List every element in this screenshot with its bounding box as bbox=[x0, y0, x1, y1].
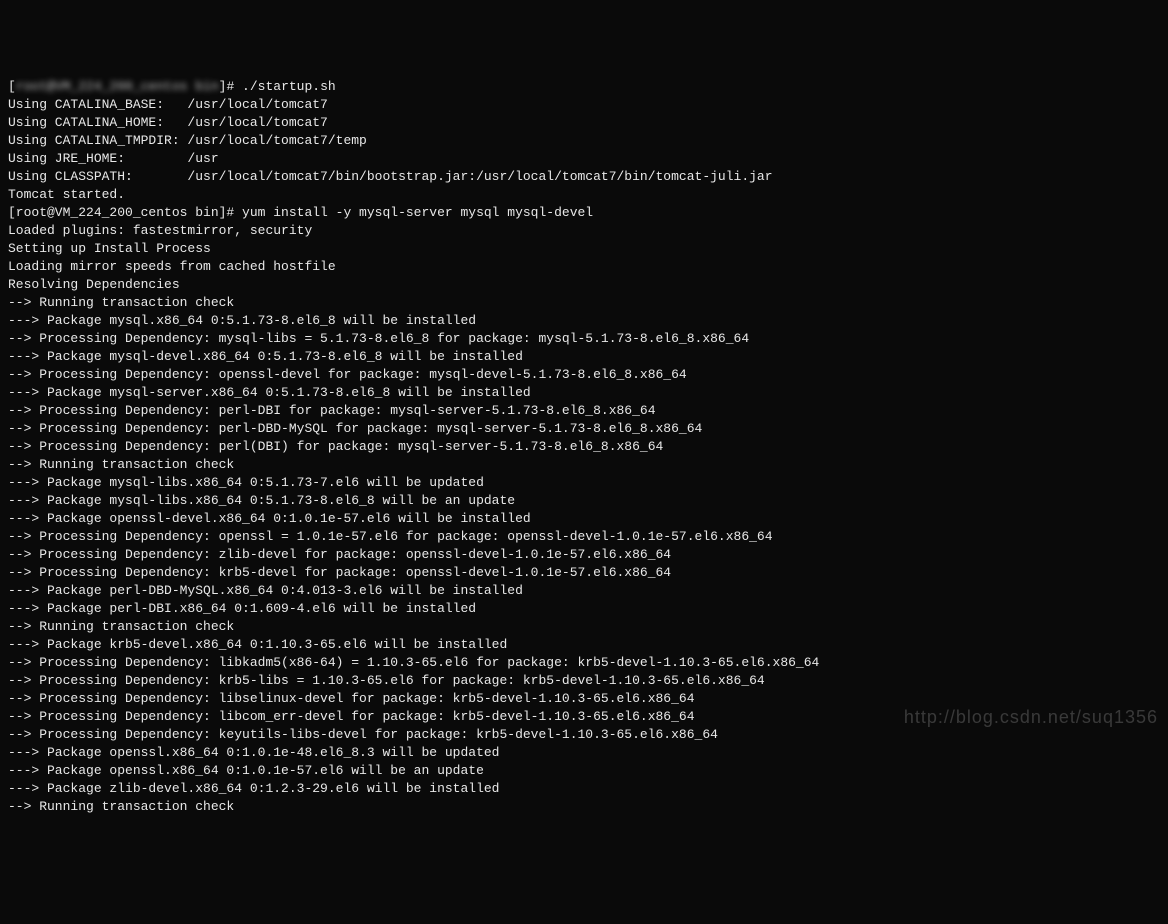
terminal-line: --> Processing Dependency: libselinux-de… bbox=[8, 690, 1160, 708]
terminal-line: ---> Package zlib-devel.x86_64 0:1.2.3-2… bbox=[8, 780, 1160, 798]
terminal-line: ---> Package mysql-libs.x86_64 0:5.1.73-… bbox=[8, 492, 1160, 510]
terminal-line: ---> Package perl-DBI.x86_64 0:1.609-4.e… bbox=[8, 600, 1160, 618]
terminal-line: Setting up Install Process bbox=[8, 240, 1160, 258]
terminal-line: Using CATALINA_BASE: /usr/local/tomcat7 bbox=[8, 96, 1160, 114]
terminal-line: --> Processing Dependency: openssl = 1.0… bbox=[8, 528, 1160, 546]
terminal-line: Using CATALINA_HOME: /usr/local/tomcat7 bbox=[8, 114, 1160, 132]
terminal-line: --> Processing Dependency: mysql-libs = … bbox=[8, 330, 1160, 348]
terminal-line: --> Processing Dependency: krb5-libs = 1… bbox=[8, 672, 1160, 690]
terminal-line: Using JRE_HOME: /usr bbox=[8, 150, 1160, 168]
terminal-line: --> Running transaction check bbox=[8, 798, 1160, 816]
terminal-line: --> Processing Dependency: keyutils-libs… bbox=[8, 726, 1160, 744]
terminal-line: Loading mirror speeds from cached hostfi… bbox=[8, 258, 1160, 276]
terminal-line: --> Running transaction check bbox=[8, 456, 1160, 474]
terminal-line: ---> Package mysql-libs.x86_64 0:5.1.73-… bbox=[8, 474, 1160, 492]
terminal-line: [root@VM_224_200_centos bin]# ./startup.… bbox=[8, 78, 1160, 96]
terminal-line: ---> Package krb5-devel.x86_64 0:1.10.3-… bbox=[8, 636, 1160, 654]
terminal-line: Using CLASSPATH: /usr/local/tomcat7/bin/… bbox=[8, 168, 1160, 186]
terminal-line: Tomcat started. bbox=[8, 186, 1160, 204]
terminal-line: Using CATALINA_TMPDIR: /usr/local/tomcat… bbox=[8, 132, 1160, 150]
terminal-line: ---> Package mysql-server.x86_64 0:5.1.7… bbox=[8, 384, 1160, 402]
terminal-line: ---> Package openssl.x86_64 0:1.0.1e-57.… bbox=[8, 762, 1160, 780]
terminal-line: --> Processing Dependency: krb5-devel fo… bbox=[8, 564, 1160, 582]
terminal-line: ---> Package perl-DBD-MySQL.x86_64 0:4.0… bbox=[8, 582, 1160, 600]
terminal-output[interactable]: [root@VM_224_200_centos bin]# ./startup.… bbox=[8, 78, 1160, 816]
terminal-line: ---> Package mysql-devel.x86_64 0:5.1.73… bbox=[8, 348, 1160, 366]
terminal-line: --> Processing Dependency: libkadm5(x86-… bbox=[8, 654, 1160, 672]
terminal-line: --> Running transaction check bbox=[8, 618, 1160, 636]
terminal-line: [root@VM_224_200_centos bin]# yum instal… bbox=[8, 204, 1160, 222]
terminal-line: Loaded plugins: fastestmirror, security bbox=[8, 222, 1160, 240]
terminal-line: ---> Package openssl.x86_64 0:1.0.1e-48.… bbox=[8, 744, 1160, 762]
terminal-line: --> Processing Dependency: perl-DBI for … bbox=[8, 402, 1160, 420]
terminal-line: --> Processing Dependency: openssl-devel… bbox=[8, 366, 1160, 384]
terminal-line: --> Processing Dependency: zlib-devel fo… bbox=[8, 546, 1160, 564]
terminal-line: --> Processing Dependency: libcom_err-de… bbox=[8, 708, 1160, 726]
terminal-line: --> Processing Dependency: perl-DBD-MySQ… bbox=[8, 420, 1160, 438]
terminal-line: Resolving Dependencies bbox=[8, 276, 1160, 294]
terminal-line: ---> Package openssl-devel.x86_64 0:1.0.… bbox=[8, 510, 1160, 528]
terminal-line: ---> Package mysql.x86_64 0:5.1.73-8.el6… bbox=[8, 312, 1160, 330]
terminal-line: --> Running transaction check bbox=[8, 294, 1160, 312]
terminal-line: --> Processing Dependency: perl(DBI) for… bbox=[8, 438, 1160, 456]
